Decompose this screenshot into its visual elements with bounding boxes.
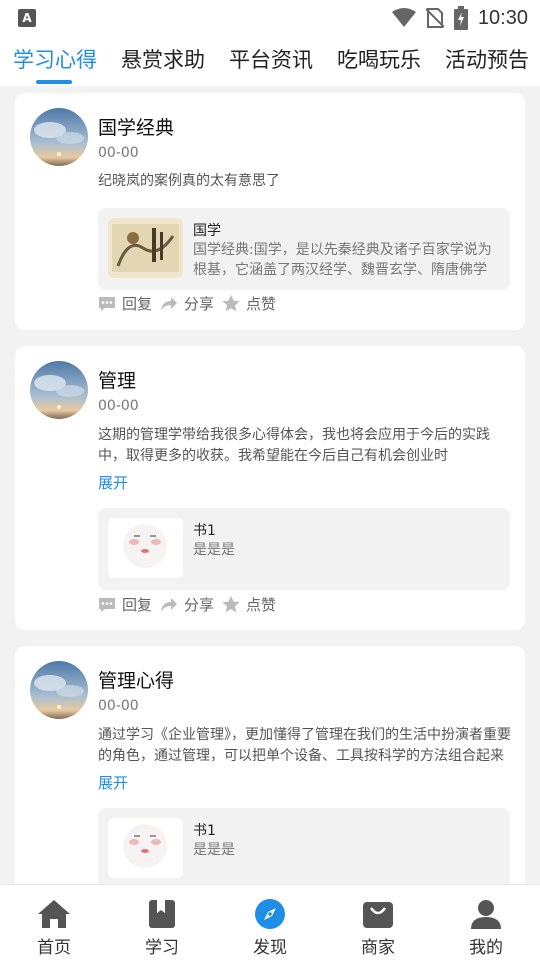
nav-study[interactable]: 学习: [108, 885, 216, 960]
attachment-description: 是是是: [193, 842, 235, 858]
shopping-bag-icon: [363, 902, 393, 928]
nav-merchant-label: 商家: [361, 938, 395, 958]
tab-event-preview[interactable]: 活动预告: [445, 44, 529, 74]
status-time: 10:30: [477, 6, 528, 29]
tab-food-fun[interactable]: 吃喝玩乐: [337, 44, 421, 74]
attachment-card[interactable]: 书1 是是是: [98, 808, 510, 884]
home-icon: [38, 900, 70, 928]
post-title: 管理: [98, 370, 137, 392]
post-title: 国学经典: [98, 117, 175, 139]
app-notification-icon: A: [18, 9, 36, 27]
active-tab-indicator: [36, 80, 72, 84]
nav-profile-label: 我的: [469, 938, 503, 958]
attachment-description: 是是是: [193, 542, 235, 558]
expand-link[interactable]: 展开: [98, 472, 128, 493]
reply-button[interactable]: 回复: [98, 293, 152, 314]
compass-icon: [255, 899, 285, 929]
attachment-description: 国学经典:国学，是以先秦经典及诸子百家学说为根基，它涵盖了两汉经学、魏晋玄学、隋…: [193, 242, 492, 278]
avatar[interactable]: [30, 661, 88, 719]
share-icon: [161, 296, 178, 311]
attachment-title: 国学: [193, 223, 221, 239]
like-label: 点赞: [246, 295, 277, 313]
post-title: 管理心得: [98, 670, 175, 692]
post-card[interactable]: 管理 00-00 这期的管理学带给我很多心得体会，我也将会应用于今后的实践中，取…: [15, 346, 525, 630]
status-bar: A 10:30: [0, 0, 540, 36]
avatar[interactable]: [30, 361, 88, 419]
post-card[interactable]: 国学经典 00-00 纪晓岚的案例真的太有意思了 国学 国学经典:国学，是以先秦…: [15, 93, 525, 330]
share-label: 分享: [184, 295, 215, 313]
reply-button[interactable]: 回复: [98, 594, 152, 615]
nav-profile[interactable]: 我的: [432, 885, 540, 960]
comment-icon: [99, 296, 115, 311]
attachment-thumbnail: [108, 818, 183, 878]
reply-label: 回复: [122, 295, 153, 313]
share-button[interactable]: 分享: [160, 594, 214, 615]
attachment-thumbnail: [108, 218, 183, 278]
share-icon: [161, 597, 178, 612]
nav-merchant[interactable]: 商家: [324, 885, 432, 960]
post-feed[interactable]: 国学经典 00-00 纪晓岚的案例真的太有意思了 国学 国学经典:国学，是以先秦…: [0, 86, 540, 884]
bookmark-icon: [149, 900, 175, 928]
battery-charging-icon: [453, 6, 468, 30]
nav-home[interactable]: 首页: [0, 885, 108, 960]
attachment-title: 书1: [193, 523, 216, 539]
share-label: 分享: [184, 596, 215, 614]
reply-label: 回复: [122, 596, 153, 614]
post-date: 00-00: [98, 698, 139, 714]
attachment-title: 书1: [193, 823, 216, 839]
wifi-icon: [391, 8, 416, 27]
nav-study-label: 学习: [145, 938, 179, 958]
post-date: 00-00: [98, 398, 139, 414]
like-button[interactable]: 点赞: [222, 293, 276, 314]
bottom-navigation: 首页 学习 发现 商家 我的: [0, 884, 540, 960]
post-date: 00-00: [98, 145, 139, 161]
tab-platform-news[interactable]: 平台资讯: [229, 44, 313, 74]
comment-icon: [99, 597, 115, 612]
like-label: 点赞: [246, 596, 277, 614]
expand-link[interactable]: 展开: [98, 772, 128, 793]
post-body: 这期的管理学带给我很多心得体会，我也将会应用于今后的实践中，取得更多的收获。我希…: [98, 427, 490, 464]
share-button[interactable]: 分享: [160, 293, 214, 314]
post-body: 通过学习《企业管理》，更加懂得了管理在我们的生活中扮演者重要的角色，通过管理，可…: [98, 727, 511, 764]
post-card[interactable]: 管理心得 00-00 通过学习《企业管理》，更加懂得了管理在我们的生活中扮演者重…: [15, 646, 525, 884]
like-button[interactable]: 点赞: [222, 594, 276, 615]
category-tabs: 学习心得 悬赏求助 平台资讯 吃喝玩乐 活动预告: [0, 36, 540, 86]
avatar[interactable]: [30, 108, 88, 166]
nav-discover[interactable]: 发现: [216, 885, 324, 960]
attachment-thumbnail: [108, 518, 183, 578]
nav-home-label: 首页: [37, 938, 71, 958]
post-actions: 回复 分享 点赞: [98, 293, 284, 314]
no-sim-icon: [425, 8, 444, 28]
star-icon: [222, 596, 240, 613]
post-body: 纪晓岚的案例真的太有意思了: [98, 173, 280, 189]
post-actions: 回复 分享 点赞: [98, 594, 284, 615]
attachment-card[interactable]: 书1 是是是: [98, 508, 510, 590]
star-icon: [222, 295, 240, 312]
nav-discover-label: 发现: [253, 938, 287, 958]
tab-bounty-help[interactable]: 悬赏求助: [121, 44, 205, 74]
attachment-card[interactable]: 国学 国学经典:国学，是以先秦经典及诸子百家学说为根基，它涵盖了两汉经学、魏晋玄…: [98, 208, 510, 290]
tab-study-notes[interactable]: 学习心得: [13, 44, 97, 74]
person-icon: [471, 900, 501, 929]
